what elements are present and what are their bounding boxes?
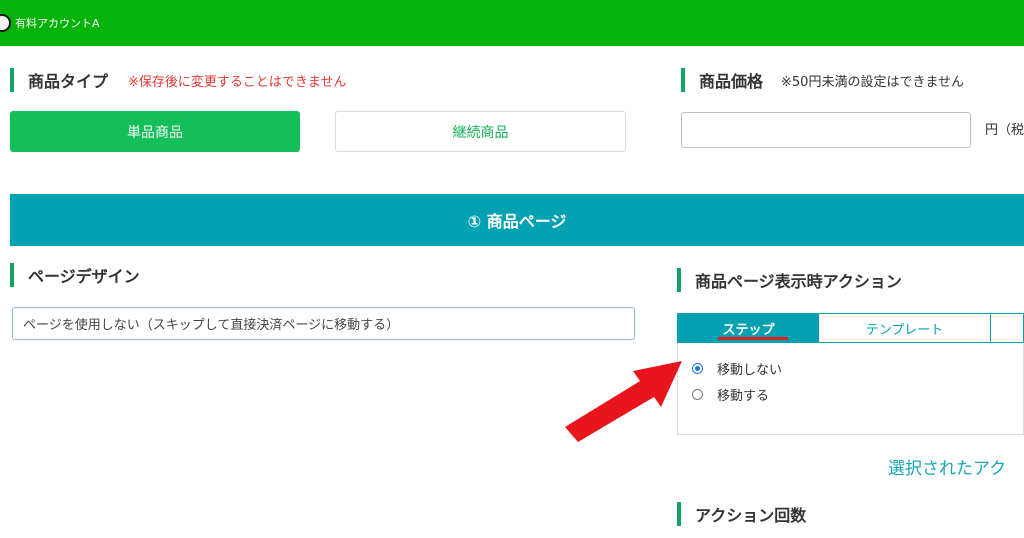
- top-header-bar: 有料アカウントA: [0, 0, 1024, 46]
- red-underline-annotation: [718, 337, 788, 340]
- product-price-header: 商品価格 ※50円未満の設定はできません: [681, 68, 964, 92]
- action-options-panel: 移動しない 移動する: [677, 343, 1024, 435]
- radio-unchecked-icon[interactable]: [692, 389, 703, 400]
- single-product-button[interactable]: 単品商品: [10, 111, 300, 152]
- section-accent-bar: [677, 502, 681, 526]
- page-design-select[interactable]: ページを使用しない（スキップして直接決済ページに移動する）: [12, 307, 635, 340]
- page-design-header: ページデザイン: [10, 263, 140, 287]
- price-unit-label: 円（税: [985, 123, 1024, 138]
- product-type-title: 商品タイプ: [28, 72, 109, 91]
- radio-move-label: 移動する: [717, 389, 770, 404]
- page-action-header: 商品ページ表示時アクション: [677, 268, 902, 292]
- radio-no-move[interactable]: 移動しない: [692, 359, 782, 378]
- red-arrow-annotation: [565, 361, 682, 442]
- action-count-header: アクション回数: [677, 502, 806, 526]
- radio-no-move-label: 移動しない: [717, 363, 783, 378]
- product-type-header: 商品タイプ ※保存後に変更することはできません: [10, 68, 347, 92]
- account-avatar-icon: [0, 14, 11, 32]
- section-accent-bar: [10, 263, 14, 287]
- section-accent-bar: [677, 268, 681, 292]
- radio-checked-icon[interactable]: [692, 363, 703, 374]
- account-name: 有料アカウントA: [15, 17, 100, 30]
- section-accent-bar: [10, 68, 14, 92]
- selected-action-link[interactable]: 選択されたアク: [888, 454, 1006, 479]
- account-switcher[interactable]: 有料アカウントA: [0, 13, 100, 33]
- tab-third[interactable]: [991, 314, 1023, 342]
- page-design-title: ページデザイン: [28, 267, 140, 286]
- tab-template[interactable]: テンプレート: [819, 314, 991, 342]
- page-action-title: 商品ページ表示時アクション: [695, 272, 902, 291]
- price-input[interactable]: [681, 112, 971, 148]
- section-accent-bar: [681, 68, 685, 92]
- action-tabs: ステップ テンプレート: [677, 313, 1024, 343]
- product-type-note: ※保存後に変更することはできません: [128, 74, 347, 90]
- radio-move[interactable]: 移動する: [692, 385, 769, 404]
- subscription-product-button[interactable]: 継続商品: [335, 111, 626, 152]
- tab-step[interactable]: ステップ: [678, 314, 819, 342]
- action-count-title: アクション回数: [695, 506, 807, 525]
- product-price-title: 商品価格: [699, 72, 764, 91]
- arrow-shape: [565, 361, 682, 442]
- product-price-note: ※50円未満の設定はできません: [781, 74, 965, 90]
- tab-step-label: ステップ: [722, 322, 775, 338]
- product-page-banner: ① 商品ページ: [10, 194, 1024, 246]
